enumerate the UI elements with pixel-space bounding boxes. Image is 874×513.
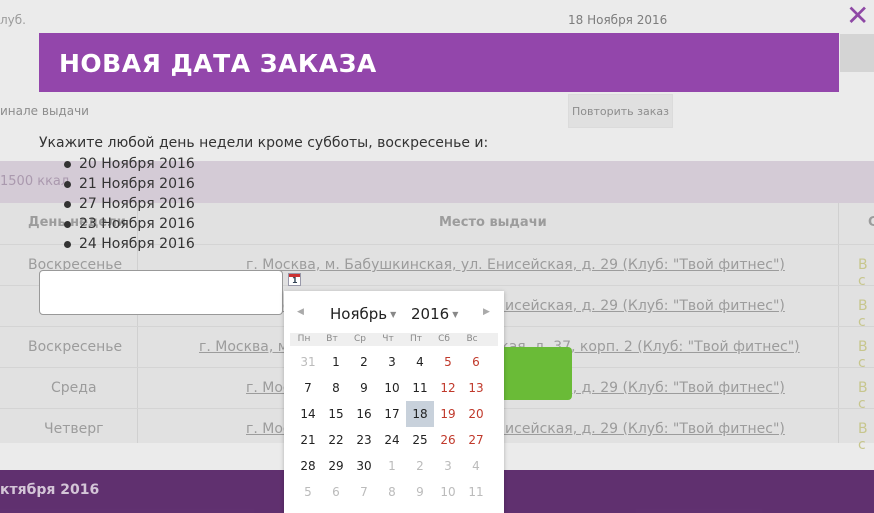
calendar-day[interactable]: 7 bbox=[350, 479, 378, 505]
calendar-day[interactable]: 12 bbox=[434, 375, 462, 401]
calendar-day[interactable]: 6 bbox=[462, 349, 490, 375]
year-select[interactable]: 2016 ▼ bbox=[411, 305, 458, 323]
calendar-day[interactable]: 19 bbox=[434, 401, 462, 427]
calendar-day[interactable]: 4 bbox=[406, 349, 434, 375]
calendar-grid: 31 1 2 3 4 5 6 7 8 9 10 11 12 13 14 15 16 17 18 19 20 21 22 23 2… bbox=[294, 349, 494, 505]
list-item: 24 Ноября 2016 bbox=[57, 234, 195, 254]
weekday-label: Вт bbox=[326, 334, 338, 344]
calendar-day[interactable]: 28 bbox=[294, 453, 322, 479]
calendar-day[interactable]: 29 bbox=[322, 453, 350, 479]
calendar-day[interactable]: 3 bbox=[434, 453, 462, 479]
calendar-icon[interactable]: 1 bbox=[288, 273, 301, 286]
calendar-day[interactable]: 20 bbox=[462, 401, 490, 427]
calendar-day[interactable]: 7 bbox=[294, 375, 322, 401]
calendar-day[interactable]: 2 bbox=[406, 453, 434, 479]
weekday-label: Сб bbox=[438, 334, 450, 344]
modal-title: НОВАЯ ДАТА ЗАКАЗА bbox=[59, 49, 377, 78]
modal-header: НОВАЯ ДАТА ЗАКАЗА bbox=[39, 33, 839, 92]
list-item: 21 Ноября 2016 bbox=[57, 174, 195, 194]
calendar-day[interactable]: 21 bbox=[294, 427, 322, 453]
month-select[interactable]: Ноябрь ▼ bbox=[330, 305, 396, 323]
calendar-day[interactable]: 15 bbox=[322, 401, 350, 427]
calendar-day[interactable]: 1 bbox=[322, 349, 350, 375]
calendar-day[interactable]: 24 bbox=[378, 427, 406, 453]
calendar-day[interactable]: 11 bbox=[462, 479, 490, 505]
instruction-text: Укажите любой день недели кроме субботы,… bbox=[39, 135, 489, 151]
excluded-dates-list: 20 Ноября 2016 21 Ноября 2016 27 Ноября … bbox=[57, 154, 195, 254]
list-item: 20 Ноября 2016 bbox=[57, 154, 195, 174]
month-label: Ноябрь bbox=[330, 305, 388, 323]
chevron-down-icon: ▼ bbox=[390, 310, 397, 319]
calendar-day[interactable]: 18 bbox=[406, 401, 434, 427]
calendar-day[interactable]: 10 bbox=[434, 479, 462, 505]
submit-button[interactable] bbox=[500, 347, 572, 400]
prev-month-icon[interactable]: ◀ bbox=[297, 307, 304, 317]
list-item: 27 Ноября 2016 bbox=[57, 194, 195, 214]
date-input[interactable] bbox=[39, 270, 283, 315]
calendar-day[interactable]: 11 bbox=[406, 375, 434, 401]
calendar-day[interactable]: 6 bbox=[322, 479, 350, 505]
calendar-day[interactable]: 27 bbox=[462, 427, 490, 453]
calendar-day[interactable]: 5 bbox=[294, 479, 322, 505]
calendar-day[interactable]: 10 bbox=[378, 375, 406, 401]
weekday-label: Чт bbox=[382, 334, 394, 344]
calendar-day[interactable]: 4 bbox=[462, 453, 490, 479]
calendar-day[interactable]: 30 bbox=[350, 453, 378, 479]
calendar-day[interactable]: 3 bbox=[378, 349, 406, 375]
calendar-icon-digit: 1 bbox=[292, 276, 298, 285]
calendar-day[interactable]: 25 bbox=[406, 427, 434, 453]
calendar-day[interactable]: 5 bbox=[434, 349, 462, 375]
calendar-day[interactable]: 22 bbox=[322, 427, 350, 453]
weekday-label: Вс bbox=[466, 334, 478, 344]
calendar-day[interactable]: 9 bbox=[350, 375, 378, 401]
calendar-day[interactable]: 26 bbox=[434, 427, 462, 453]
weekday-label: Пн bbox=[297, 334, 311, 344]
datepicker: ◀ Ноябрь ▼ 2016 ▼ ▶ Пн Вт Ср Чт Пт Сб Вс 3… bbox=[284, 291, 504, 513]
weekday-label: Ср bbox=[354, 334, 366, 344]
calendar-day[interactable]: 9 bbox=[406, 479, 434, 505]
next-month-icon[interactable]: ▶ bbox=[483, 307, 490, 317]
calendar-day[interactable]: 14 bbox=[294, 401, 322, 427]
calendar-day[interactable]: 8 bbox=[378, 479, 406, 505]
calendar-day[interactable]: 31 bbox=[294, 349, 322, 375]
weekday-label: Пт bbox=[409, 334, 422, 344]
calendar-day[interactable]: 13 bbox=[462, 375, 490, 401]
calendar-day[interactable]: 16 bbox=[350, 401, 378, 427]
close-icon[interactable]: ✕ bbox=[846, 2, 869, 30]
year-label: 2016 bbox=[411, 305, 450, 323]
calendar-day[interactable]: 1 bbox=[378, 453, 406, 479]
calendar-day[interactable]: 23 bbox=[350, 427, 378, 453]
calendar-day[interactable]: 17 bbox=[378, 401, 406, 427]
calendar-day[interactable]: 8 bbox=[322, 375, 350, 401]
weekday-header: Пн Вт Ср Чт Пт Сб Вс bbox=[290, 333, 498, 346]
calendar-day[interactable]: 2 bbox=[350, 349, 378, 375]
chevron-down-icon: ▼ bbox=[452, 310, 459, 319]
list-item: 23 Ноября 2016 bbox=[57, 214, 195, 234]
